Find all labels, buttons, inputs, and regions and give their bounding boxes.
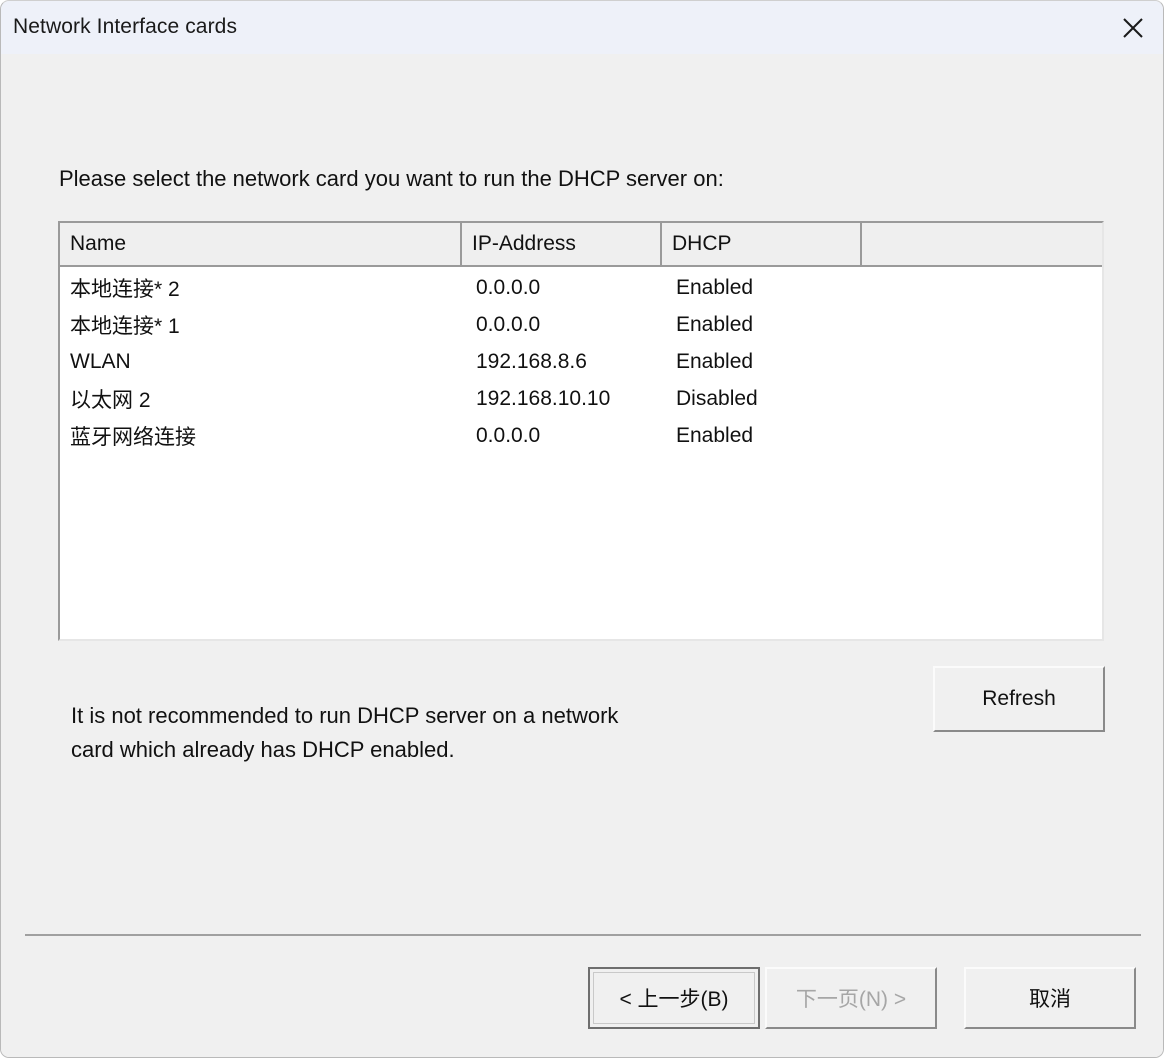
column-header-ip-address[interactable]: IP-Address (462, 223, 662, 265)
refresh-button[interactable]: Refresh (933, 666, 1105, 732)
cell-ip: 0.0.0.0 (476, 275, 541, 299)
cell-dhcp: Enabled (676, 312, 754, 336)
cell-dhcp: Enabled (676, 423, 754, 447)
cell-ip: 192.168.8.6 (476, 349, 587, 373)
warning-note: It is not recommended to run DHCP server… (71, 699, 791, 767)
column-header-name[interactable]: Name (60, 223, 462, 265)
table-body: 本地连接* 2 0.0.0.0 Enabled 本地连接* 1 0.0.0.0 … (60, 269, 1102, 639)
window-title: Network Interface cards (13, 15, 238, 38)
title-bar: Network Interface cards (1, 1, 1163, 54)
cell-name: 以太网 2 (70, 388, 151, 412)
table-row[interactable]: 本地连接* 1 0.0.0.0 Enabled (60, 306, 1102, 343)
column-header-empty[interactable] (862, 223, 1102, 265)
cell-name: WLAN (70, 349, 131, 373)
dialog-body: Please select the network card you want … (1, 54, 1163, 1057)
cell-dhcp: Enabled (676, 275, 754, 299)
next-button[interactable]: 下一页(N) > (765, 967, 937, 1029)
table-row[interactable]: 本地连接* 2 0.0.0.0 Enabled (60, 269, 1102, 306)
button-bar: < 上一步(B) 下一页(N) > 取消 (1, 967, 1163, 1037)
cancel-button[interactable]: 取消 (964, 967, 1136, 1029)
column-header-dhcp[interactable]: DHCP (662, 223, 862, 265)
cancel-button-label: 取消 (1029, 988, 1071, 1011)
warning-note-line-2: card which already has DHCP enabled. (71, 737, 455, 762)
table-header-row: Name IP-Address DHCP (60, 223, 1102, 267)
divider (25, 934, 1141, 936)
cell-name: 本地连接* 1 (70, 314, 180, 338)
table-row[interactable]: 以太网 2 192.168.10.10 Disabled (60, 380, 1102, 417)
table-row[interactable]: WLAN 192.168.8.6 Enabled (60, 343, 1102, 380)
network-card-list[interactable]: Name IP-Address DHCP 本地连接* 2 0.0.0.0 Ena… (58, 221, 1104, 641)
cell-ip: 0.0.0.0 (476, 423, 541, 447)
next-button-label: 下一页(N) > (795, 988, 907, 1011)
table-row[interactable]: 蓝牙网络连接 0.0.0.0 Enabled (60, 417, 1102, 454)
back-button-label: < 上一步(B) (619, 988, 729, 1011)
cell-dhcp: Enabled (676, 349, 754, 373)
cell-name: 本地连接* 2 (70, 277, 180, 301)
cell-ip: 192.168.10.10 (476, 386, 611, 410)
page-title: Please select the network card you want … (59, 166, 724, 191)
close-icon[interactable] (1103, 1, 1163, 54)
cell-ip: 0.0.0.0 (476, 312, 541, 336)
warning-note-line-1: It is not recommended to run DHCP server… (71, 703, 619, 728)
back-button[interactable]: < 上一步(B) (588, 967, 760, 1029)
refresh-button-label: Refresh (982, 687, 1056, 710)
dialog-window: Network Interface cards Please select th… (0, 0, 1164, 1058)
cell-name: 蓝牙网络连接 (70, 425, 196, 449)
cell-dhcp: Disabled (676, 386, 758, 410)
